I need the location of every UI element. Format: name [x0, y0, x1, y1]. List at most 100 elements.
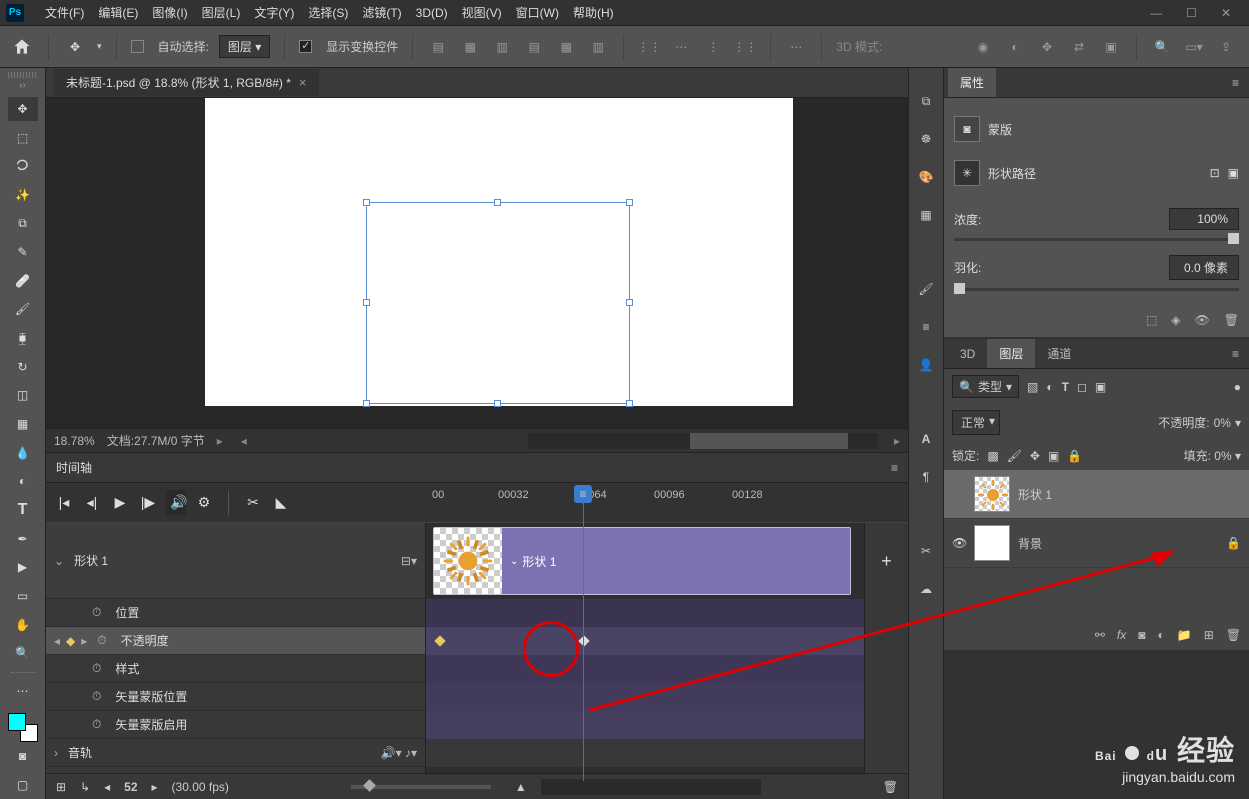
layer-thumbnail[interactable]	[974, 525, 1010, 561]
zoom-level[interactable]: 18.78%	[54, 434, 95, 448]
menu-3d[interactable]: 3D(D)	[409, 6, 455, 20]
quick-mask-tool[interactable]: ◙	[8, 744, 38, 769]
feather-slider[interactable]	[954, 288, 1239, 291]
canvas-area[interactable]	[46, 98, 908, 428]
feather-value[interactable]: 0.0 像素	[1169, 255, 1239, 280]
adjustment-layer-icon[interactable]: ◐	[1158, 628, 1165, 642]
delete-mask-icon[interactable]: 🗑	[1224, 313, 1239, 327]
crop-tool[interactable]: ⧉	[8, 211, 38, 236]
canvas-hscroll[interactable]	[528, 433, 878, 449]
toggle-frame-animation-icon[interactable]: ⊞	[56, 780, 66, 794]
add-keyframe-icon[interactable]: ◆	[66, 634, 75, 648]
lasso-tool[interactable]	[8, 154, 38, 179]
timeline-add-track-button[interactable]: +	[864, 523, 908, 773]
menu-layer[interactable]: 图层(L)	[195, 4, 248, 21]
timeline-prop-opacity[interactable]: ◂◆▸ ⏱ 不透明度	[46, 627, 425, 655]
timeline-trash-icon[interactable]: 🗑	[883, 780, 898, 794]
distribute-v-icon[interactable]: ⋮	[702, 36, 724, 58]
path-selection-tool[interactable]: ▶	[8, 555, 38, 580]
next-keyframe-icon[interactable]: ▸	[81, 634, 87, 648]
timeline-prop-position[interactable]: ◂ ◆ ▸⏱ 位置	[46, 599, 425, 627]
align-left-icon[interactable]: ▤	[427, 36, 449, 58]
prev-keyframe-icon[interactable]: ◂	[54, 634, 60, 648]
transition-button[interactable]: ◣	[271, 494, 291, 511]
window-minimize-icon[interactable]: —	[1150, 6, 1162, 20]
audio-toggle-button[interactable]: 🔊	[166, 490, 186, 515]
distribute-icon[interactable]: ⋮⋮	[638, 36, 660, 58]
new-layer-icon[interactable]: ⊞	[1204, 628, 1214, 642]
align-center-h-icon[interactable]: ▦	[459, 36, 481, 58]
marquee-tool[interactable]: ⬚	[8, 125, 38, 150]
menu-image[interactable]: 图像(I)	[145, 4, 194, 21]
menu-window[interactable]: 窗口(W)	[509, 4, 566, 21]
filter-smart-icon[interactable]: ▣	[1095, 380, 1106, 394]
properties-tab[interactable]: 属性	[948, 68, 996, 97]
prev-frame-button[interactable]: ◂|	[82, 494, 102, 511]
timeline-prop-vmask-pos[interactable]: ◂ ◆ ▸⏱ 矢量蒙版位置	[46, 683, 425, 711]
pen-tool[interactable]: ✒	[8, 526, 38, 551]
blur-tool[interactable]: 💧	[8, 440, 38, 465]
filter-shape-icon[interactable]: ◻	[1077, 380, 1087, 394]
audio-options-icon[interactable]: 🔊▾ ♪▾	[381, 746, 417, 760]
align-right-icon[interactable]: ▥	[491, 36, 513, 58]
healing-brush-tool[interactable]: 🩹	[8, 269, 38, 294]
split-clip-button[interactable]: ✂	[243, 494, 263, 511]
type-tool[interactable]: T	[8, 498, 38, 523]
filter-type-icon[interactable]: T	[1062, 380, 1069, 394]
shape-tool[interactable]: ▭	[8, 584, 38, 609]
opacity-dropdown-icon[interactable]: ▾	[1235, 416, 1241, 430]
color-panel-icon[interactable]: 🎨	[915, 166, 937, 188]
collapse-icon[interactable]: ⌄	[54, 554, 64, 568]
keyframe-icon[interactable]	[434, 635, 445, 646]
current-frame[interactable]: 52	[124, 780, 137, 794]
search-icon[interactable]: 🔍	[1151, 36, 1173, 58]
character-panel-icon[interactable]: 👤	[915, 354, 937, 376]
layers-tab[interactable]: 图层	[987, 339, 1035, 368]
more-icon[interactable]: ⋯	[785, 36, 807, 58]
3d-tab[interactable]: 3D	[948, 341, 987, 367]
libraries-panel-icon[interactable]: ☁	[915, 578, 937, 600]
lock-artboard-icon[interactable]: ▣	[1048, 449, 1059, 463]
layer-mask-icon[interactable]: ◙	[1138, 628, 1145, 642]
layer-group-icon[interactable]: 📁	[1177, 628, 1192, 642]
clip-options-icon[interactable]: ⊟▾	[401, 554, 417, 568]
subtract-mask-icon[interactable]: ▣	[1228, 166, 1239, 180]
home-button[interactable]	[12, 37, 34, 57]
prev-icon[interactable]: ◂	[104, 780, 110, 794]
window-maximize-icon[interactable]: ☐	[1186, 6, 1197, 20]
timeline-clip[interactable]: ⌄形状 1	[433, 527, 851, 595]
delete-layer-icon[interactable]: 🗑	[1226, 628, 1241, 642]
timeline-menu-icon[interactable]: ≡	[891, 461, 898, 475]
align-middle-icon[interactable]: ▦	[555, 36, 577, 58]
menu-select[interactable]: 选择(S)	[301, 4, 355, 21]
lock-position-icon[interactable]: ✥	[1030, 449, 1040, 463]
visibility-toggle-icon[interactable]: 👁	[952, 536, 966, 550]
character-styles-icon[interactable]: A	[915, 428, 937, 450]
paragraph-panel-icon[interactable]: ¶	[915, 466, 937, 488]
timeline-clips-area[interactable]: ⌄形状 1	[426, 523, 864, 773]
transform-bounding-box[interactable]	[366, 202, 630, 404]
mask-from-selection-icon[interactable]: ⬚	[1146, 313, 1157, 327]
align-top-icon[interactable]: ▤	[523, 36, 545, 58]
show-transform-checkbox[interactable]	[299, 40, 312, 53]
brush-tool[interactable]: 🖌	[8, 297, 38, 322]
navigator-panel-icon[interactable]: ☸	[915, 128, 937, 150]
dodge-tool[interactable]: ◐	[8, 469, 38, 494]
workspace-icon[interactable]: ▭▾	[1183, 36, 1205, 58]
add-mask-icon[interactable]: ⊡	[1210, 166, 1220, 180]
filter-toggle-icon[interactable]: ●	[1234, 380, 1241, 394]
history-brush-tool[interactable]: ↻	[8, 354, 38, 379]
layer-name[interactable]: 背景	[1018, 535, 1042, 552]
channels-tab[interactable]: 通道	[1035, 339, 1083, 368]
actions-panel-icon[interactable]: ✂	[915, 540, 937, 562]
opacity-value[interactable]: 0%	[1214, 416, 1231, 430]
layer-row[interactable]: 👁 形状 1	[944, 470, 1249, 519]
auto-select-checkbox[interactable]	[131, 40, 144, 53]
density-slider[interactable]	[954, 238, 1239, 241]
3d-slide-icon[interactable]: ⇄	[1068, 36, 1090, 58]
magic-wand-tool[interactable]: ✨	[8, 183, 38, 208]
link-layers-icon[interactable]: ⚯	[1095, 628, 1105, 642]
panel-menu-icon[interactable]: ≡	[1232, 347, 1245, 361]
play-button[interactable]: ▶	[110, 494, 130, 511]
document-tab[interactable]: 未标题-1.psd @ 18.8% (形状 1, RGB/8#) * ×	[54, 69, 319, 96]
